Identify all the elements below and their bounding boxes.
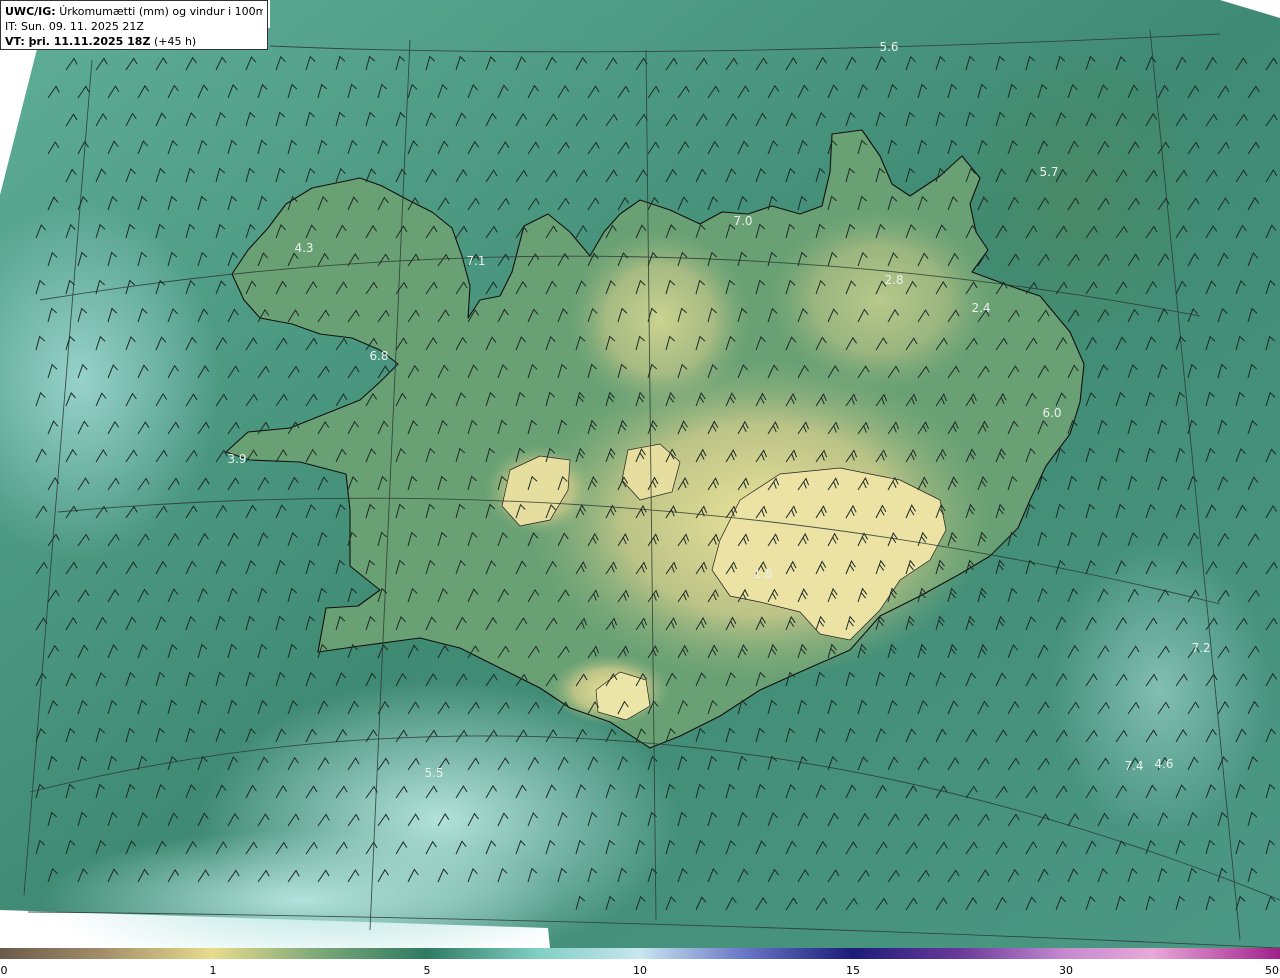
forecast-map[interactable]: 5.6 5.7 7.0 4.3 7.1 2.8 2.4 6.8 6.0 3.9 …: [0, 0, 1280, 948]
product-code: UWC/IG:: [5, 5, 56, 18]
product-title-row: UWC/IG: Úrkomumætti (mm) og vindur i 100…: [5, 4, 263, 19]
value-label: 4.3: [294, 241, 313, 255]
value-label: 7.2: [1191, 641, 1210, 655]
map-info-box: UWC/IG: Úrkomumætti (mm) og vindur i 100…: [0, 0, 268, 50]
valid-offset: (+45 h): [153, 35, 197, 48]
colorbar-gradient: [0, 948, 1280, 959]
value-label: 7.0: [733, 214, 752, 228]
colorbar-tick: 0: [1, 964, 8, 977]
value-label: 5.5: [424, 766, 443, 780]
value-label: 5.6: [879, 40, 898, 54]
colorbar-tick: 5: [424, 964, 431, 977]
product-title: Úrkomumætti (mm) og vindur i 100m hæð: [59, 5, 263, 18]
value-label: 1.8: [753, 567, 772, 581]
colorbar-tick: 50: [1265, 964, 1279, 977]
value-label: 4.6: [1154, 757, 1173, 771]
value-label: 2.4: [971, 301, 990, 315]
colorbar-tick: 10: [633, 964, 647, 977]
value-label: 6.0: [1042, 406, 1061, 420]
value-label: 3.9: [227, 452, 246, 466]
value-label: 5.7: [1039, 165, 1058, 179]
valid-time-row: VT: þri. 11.11.2025 18Z (+45 h): [5, 34, 263, 49]
value-label: 7.1: [466, 254, 485, 268]
valid-time: VT: þri. 11.11.2025 18Z: [5, 35, 151, 48]
colorbar-svg: 0 1 5 10 15 30 50: [0, 948, 1280, 977]
colorbar-tick: 15: [846, 964, 860, 977]
value-label: 6.8: [369, 349, 388, 363]
colorbar-tick: 1: [210, 964, 217, 977]
initial-time: IT: Sun. 09. 11. 2025 21Z: [5, 20, 144, 33]
colorbar-ticks: 0 1 5 10 15 30 50: [1, 964, 1280, 977]
value-label: 7.4: [1124, 759, 1143, 773]
colorbar: 0 1 5 10 15 30 50: [0, 948, 1280, 978]
map-canvas: 5.6 5.7 7.0 4.3 7.1 2.8 2.4 6.8 6.0 3.9 …: [0, 0, 1280, 948]
value-label: 2.8: [884, 273, 903, 287]
colorbar-tick: 30: [1059, 964, 1073, 977]
